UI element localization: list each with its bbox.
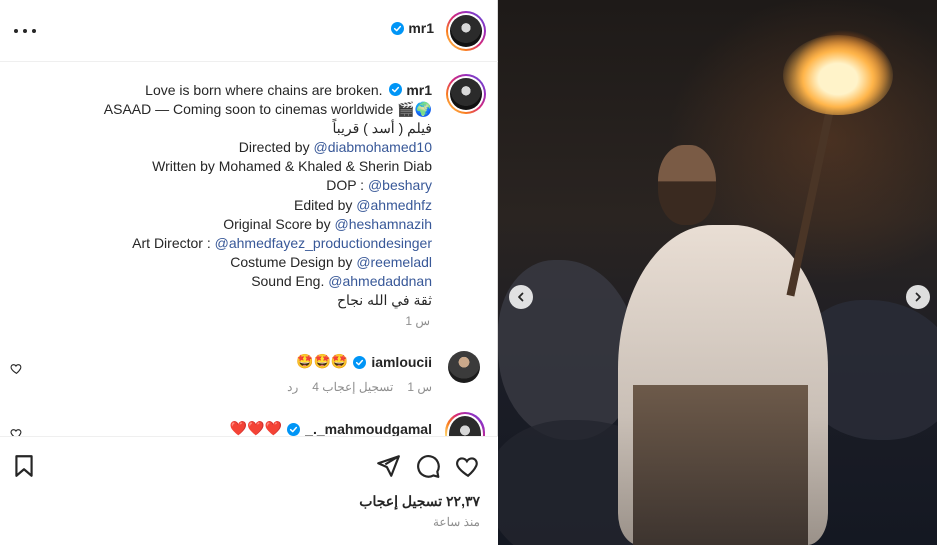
more-options-icon <box>14 29 18 33</box>
commenter-username[interactable]: iamloucii <box>371 354 432 370</box>
caption-art: Art Director : @ahmedfayez_productiondes… <box>104 234 432 253</box>
caption-text: Love is born where chains are broken. mr… <box>104 81 432 310</box>
more-options-button[interactable] <box>14 22 36 40</box>
comment-reply-button[interactable]: رد <box>287 380 298 394</box>
verified-badge-icon <box>287 422 301 436</box>
likes-count[interactable]: ٢٢,٣٧ تسجيل إعجاب <box>359 493 480 510</box>
comment-text: 🤩🤩🤩 <box>296 354 349 370</box>
caption-author-avatar[interactable] <box>446 74 486 114</box>
dop-label: DOP : <box>326 177 365 194</box>
comment-icon[interactable] <box>415 453 441 479</box>
chevron-right-icon <box>915 292 921 302</box>
mention-composer[interactable]: @heshamnazih <box>335 216 433 232</box>
next-media-button[interactable] <box>906 285 930 309</box>
heart-icon[interactable] <box>455 453 481 479</box>
verified-badge-icon <box>389 83 403 96</box>
caption-username[interactable]: mr1 <box>406 82 432 98</box>
caption-dop: DOP : @beshary <box>104 176 432 195</box>
post-header: mr1 <box>0 0 498 62</box>
caption-edited: Edited by @ahmedhfz <box>104 196 432 215</box>
post-age: منذ ساعة <box>433 515 480 529</box>
mention-editor[interactable]: @ahmedhfz <box>356 197 432 213</box>
caption-line-3: فيلم ( أسد ) قريباً <box>332 120 432 137</box>
verified-badge-icon <box>353 355 367 369</box>
share-icon[interactable] <box>375 453 401 479</box>
comment-likes-count[interactable]: 4 تسجيل إعجاب <box>312 380 393 394</box>
caption-first-line: Love is born where chains are broken. <box>145 82 383 98</box>
edited-label: Edited by <box>294 196 353 213</box>
comment-like-heart-icon[interactable] <box>10 362 23 375</box>
comment-meta: رد 4 تسجيل إعجاب 1 س <box>287 380 432 394</box>
mention-director[interactable]: @diabmohamed10 <box>313 139 432 155</box>
mention-costume[interactable]: @reemeladl <box>356 254 432 270</box>
bookmark-icon[interactable] <box>11 453 37 479</box>
comment-line: 🤩🤩🤩 iamloucii <box>296 354 432 370</box>
caption-costume: Costume Design by @reemeladl <box>104 253 432 272</box>
comment-item: ❤️❤️❤️ _._mahmoudgamal <box>0 415 498 436</box>
commenter-avatar[interactable] <box>448 351 480 383</box>
comment-item: 🤩🤩🤩 iamloucii رد 4 تسجيل إعجاب 1 س <box>0 345 498 405</box>
figure-head <box>658 145 716 225</box>
more-options-icon <box>23 29 27 33</box>
figure-skirt <box>633 385 808 545</box>
caption-closing: ثقة في الله نجاح <box>336 292 432 309</box>
mention-dop[interactable]: @beshary <box>368 177 432 193</box>
score-label: Original Score by <box>223 215 331 232</box>
caption-line-2: ASAAD — Coming soon to cinemas worldwide… <box>103 101 432 118</box>
more-options-icon <box>32 29 36 33</box>
verified-badge-icon <box>391 21 405 35</box>
post-viewer: mr1 Love is born where chains are broken… <box>0 0 937 545</box>
caption-sound: Sound Eng. @ahmedaddnan <box>104 272 432 291</box>
post-author-username[interactable]: mr1 <box>408 20 434 36</box>
caption-timestamp: 1 س <box>405 314 430 328</box>
art-label: Art Director : <box>132 234 211 251</box>
post-details-panel: mr1 Love is born where chains are broken… <box>0 0 498 545</box>
chevron-left-icon <box>518 292 524 302</box>
commenter-username[interactable]: _._mahmoudgamal <box>305 421 432 436</box>
previous-media-button[interactable] <box>509 285 533 309</box>
caption-score: Original Score by @heshamnazih <box>104 215 432 234</box>
comment-timestamp: 1 س <box>407 380 432 394</box>
directed-label: Directed by <box>238 139 310 156</box>
post-caption: Love is born where chains are broken. mr… <box>0 62 498 332</box>
torch <box>786 99 836 297</box>
post-actions-bar: ٢٢,٣٧ تسجيل إعجاب منذ ساعة <box>0 436 498 545</box>
costume-label: Costume Design by <box>230 253 353 270</box>
post-media <box>498 0 937 545</box>
comment-text: ❤️❤️❤️ <box>229 421 283 436</box>
mention-sound[interactable]: @ahmedaddnan <box>328 273 432 289</box>
post-author-avatar[interactable] <box>446 11 486 51</box>
sound-label: Sound Eng. <box>251 272 325 289</box>
torch-flame <box>783 35 893 115</box>
comment-line: ❤️❤️❤️ _._mahmoudgamal <box>230 421 432 436</box>
mention-art-director[interactable]: @ahmedfayez_productiondesinger <box>215 235 432 251</box>
caption-written: Written by Mohamed & Khaled & Sherin Dia… <box>152 158 432 175</box>
caption-line-1: Love is born where chains are broken. mr… <box>104 81 432 100</box>
comment-like-heart-icon[interactable] <box>10 427 23 436</box>
header-user: mr1 <box>391 20 434 36</box>
caption-directed: Directed by @diabmohamed10 <box>104 138 432 157</box>
